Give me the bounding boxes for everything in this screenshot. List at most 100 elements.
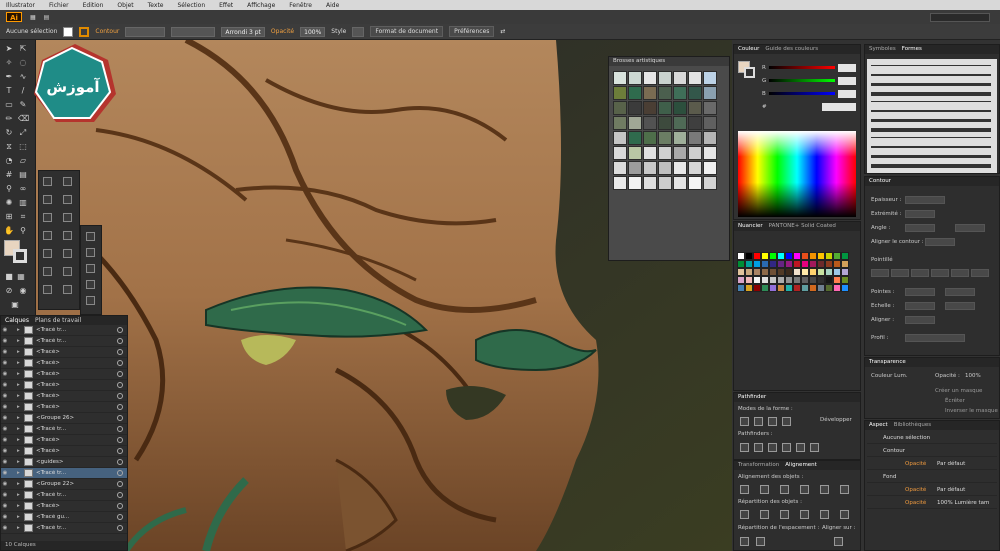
- slice-tool-icon[interactable]: ⌗: [18, 212, 28, 222]
- layout-icon[interactable]: ▤: [44, 14, 50, 21]
- dashed-line-checkbox[interactable]: Pointillé: [871, 257, 893, 263]
- expand-arrow-icon[interactable]: ▸: [17, 503, 24, 509]
- color-swatch[interactable]: [809, 260, 817, 268]
- mesh-tool-icon[interactable]: #: [4, 170, 14, 180]
- perspective-tool-icon[interactable]: ▱: [18, 156, 28, 166]
- brush-swatch[interactable]: [673, 176, 687, 190]
- tab-brushes[interactable]: Formes: [902, 45, 922, 54]
- brush-dropdown[interactable]: Arrondi 3 pt: [221, 26, 265, 37]
- brush-swatch[interactable]: [688, 131, 702, 145]
- color-swatch[interactable]: [793, 252, 801, 260]
- color-swatch[interactable]: [769, 284, 777, 292]
- stroke-weight-dropdown[interactable]: [125, 26, 166, 37]
- appearance-row-property[interactable]: Opacité: [905, 498, 926, 509]
- brush-swatch[interactable]: [658, 131, 672, 145]
- tool-flyout-item[interactable]: [63, 249, 72, 258]
- layer-row[interactable]: ◉ ▸ <Tracé tr...: [1, 336, 127, 347]
- dash-field[interactable]: [911, 269, 929, 277]
- expand-arrow-icon[interactable]: ▸: [17, 393, 24, 399]
- outline-button[interactable]: [796, 443, 805, 452]
- distribute-top-button[interactable]: [740, 510, 749, 519]
- align-top-button[interactable]: [800, 485, 809, 494]
- brush-swatch[interactable]: [688, 71, 702, 85]
- brush-swatch[interactable]: [673, 71, 687, 85]
- visibility-eye-icon[interactable]: ◉: [1, 327, 9, 333]
- brush-swatch[interactable]: [628, 146, 642, 160]
- brush-swatch[interactable]: [673, 101, 687, 115]
- layer-row[interactable]: ◉ ▸ <Tracé tr...: [1, 325, 127, 336]
- align-bottom-button[interactable]: [840, 485, 849, 494]
- brush-stroke-preview[interactable]: [871, 128, 991, 132]
- brush-stroke-preview[interactable]: [871, 137, 991, 138]
- menu-item[interactable]: Aide: [326, 2, 339, 9]
- brush-swatch[interactable]: [643, 176, 657, 190]
- eraser-tool-icon[interactable]: ⌫: [18, 114, 29, 124]
- color-swatch[interactable]: [785, 284, 793, 292]
- brush-swatch[interactable]: [613, 161, 627, 175]
- scale-end-input[interactable]: [945, 302, 975, 310]
- visibility-eye-icon[interactable]: ◉: [1, 525, 9, 531]
- color-swatch[interactable]: [801, 252, 809, 260]
- color-swatch[interactable]: [785, 252, 793, 260]
- color-swatch[interactable]: [769, 276, 777, 284]
- fill-swatch[interactable]: [63, 26, 74, 37]
- limit-input[interactable]: [955, 224, 985, 232]
- expand-arrow-icon[interactable]: ▸: [17, 437, 24, 443]
- brush-swatch[interactable]: [613, 176, 627, 190]
- merge-button[interactable]: [768, 443, 777, 452]
- layer-row[interactable]: ◉ ▸ <guides>: [1, 457, 127, 468]
- brush-strokes-list[interactable]: [867, 59, 997, 173]
- arrow-end-dropdown[interactable]: [945, 288, 975, 296]
- dash-field[interactable]: [871, 269, 889, 277]
- brush-swatch[interactable]: [613, 116, 627, 130]
- profile-dropdown[interactable]: [905, 334, 965, 342]
- color-swatch[interactable]: [809, 268, 817, 276]
- search-input[interactable]: [930, 12, 990, 22]
- tab-align[interactable]: Alignement: [785, 461, 817, 470]
- target-circle-icon[interactable]: [117, 459, 123, 465]
- visibility-eye-icon[interactable]: ◉: [1, 426, 9, 432]
- target-circle-icon[interactable]: [117, 415, 123, 421]
- color-swatch[interactable]: [833, 252, 841, 260]
- tool-flyout-item[interactable]: [86, 280, 95, 289]
- visibility-eye-icon[interactable]: ◉: [1, 448, 9, 454]
- expand-arrow-icon[interactable]: ▸: [17, 481, 24, 487]
- style-dropdown[interactable]: [352, 26, 365, 37]
- layer-row[interactable]: ◉ ▸ <Tracé>: [1, 391, 127, 402]
- color-swatch[interactable]: [817, 284, 825, 292]
- rotate-tool-icon[interactable]: ↻: [4, 128, 14, 138]
- color-swatch[interactable]: [801, 260, 809, 268]
- brush-swatch[interactable]: [628, 116, 642, 130]
- corner-buttons[interactable]: [905, 224, 935, 232]
- visibility-eye-icon[interactable]: ◉: [1, 415, 9, 421]
- color-swatch[interactable]: [793, 284, 801, 292]
- color-swatch[interactable]: [777, 260, 785, 268]
- color-swatch[interactable]: [753, 252, 761, 260]
- expand-arrow-icon[interactable]: ▸: [17, 448, 24, 454]
- appearance-row[interactable]: Opacité 100% Lumière tam: [867, 498, 997, 509]
- brush-swatch[interactable]: [673, 86, 687, 100]
- minus-front-button[interactable]: [754, 417, 763, 426]
- distribute-left-button[interactable]: [800, 510, 809, 519]
- tab-appearance[interactable]: Aspect: [869, 421, 888, 430]
- color-swatch[interactable]: [825, 260, 833, 268]
- expand-arrow-icon[interactable]: ▸: [17, 327, 24, 333]
- color-spectrum[interactable]: [738, 131, 856, 217]
- visibility-eye-icon[interactable]: ◉: [1, 382, 9, 388]
- target-circle-icon[interactable]: [117, 426, 123, 432]
- pen-tool-icon[interactable]: ✒: [4, 72, 14, 82]
- menu-item[interactable]: Effet: [219, 2, 233, 9]
- color-swatch[interactable]: [833, 268, 841, 276]
- color-swatch[interactable]: [801, 268, 809, 276]
- brush-swatch[interactable]: [643, 131, 657, 145]
- layer-row[interactable]: ◉ ▸ <Groupe 26>: [1, 413, 127, 424]
- expand-button[interactable]: Développer: [820, 417, 852, 423]
- brush-swatch[interactable]: [628, 161, 642, 175]
- brush-swatch[interactable]: [613, 131, 627, 145]
- tool-flyout-item[interactable]: [86, 232, 95, 241]
- brush-swatch[interactable]: [688, 101, 702, 115]
- color-swatch[interactable]: [777, 284, 785, 292]
- color-swatch[interactable]: [841, 276, 849, 284]
- color-swatch[interactable]: [825, 284, 833, 292]
- brush-swatch[interactable]: [673, 131, 687, 145]
